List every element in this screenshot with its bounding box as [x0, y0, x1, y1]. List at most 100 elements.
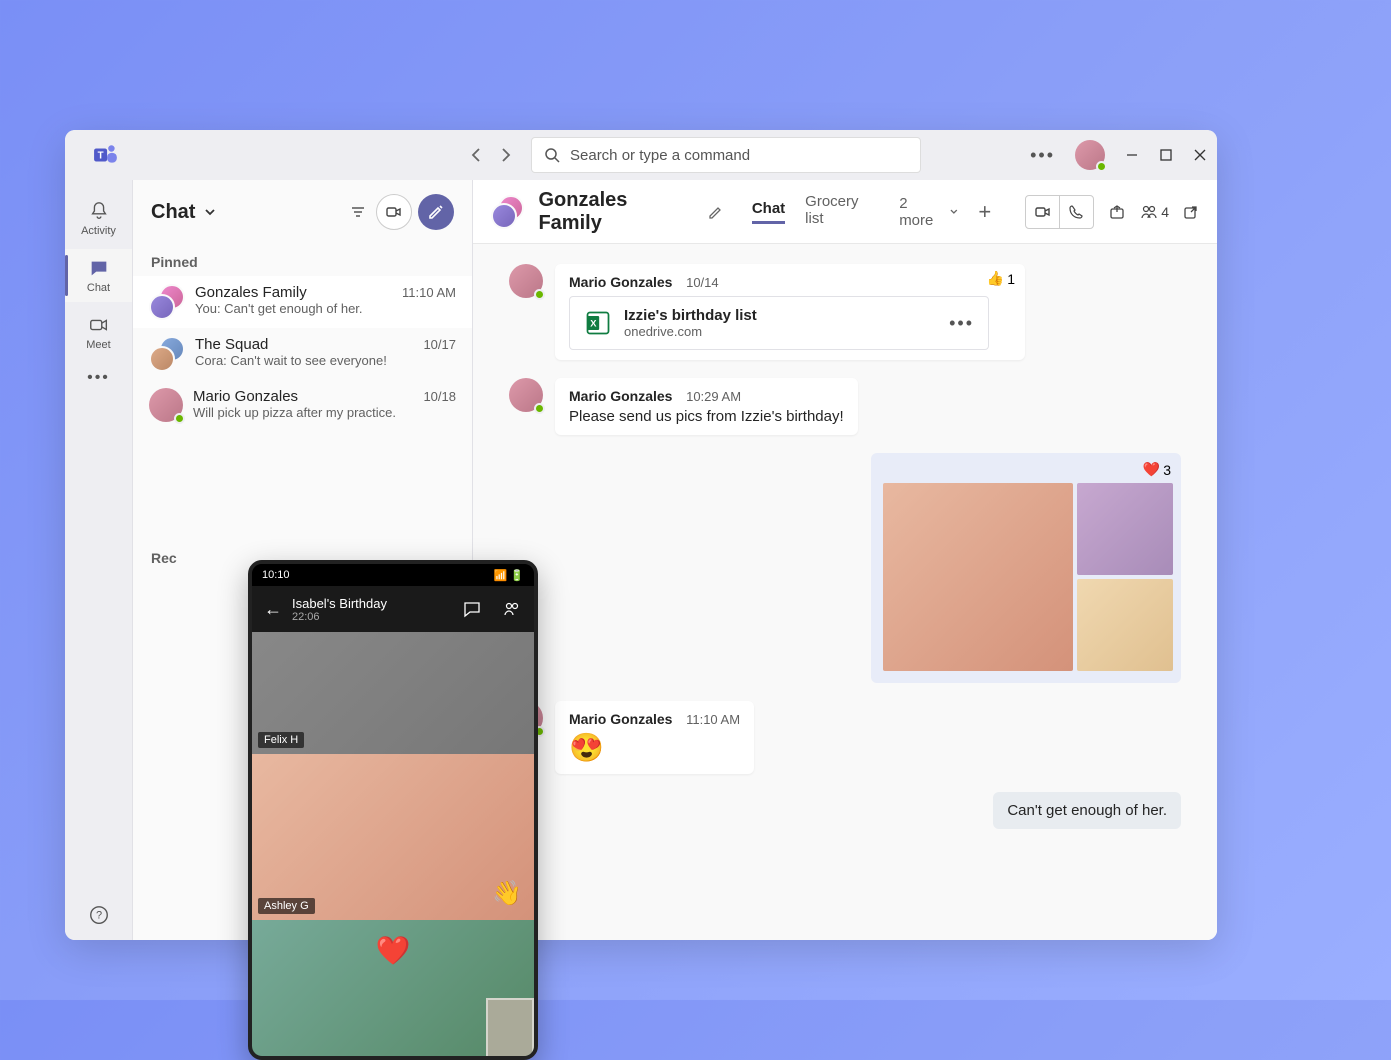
file-source: onedrive.com: [624, 324, 937, 339]
file-more-button[interactable]: •••: [949, 313, 974, 334]
svg-text:X: X: [590, 319, 597, 329]
chevron-down-icon: [203, 205, 217, 219]
avatar: [509, 264, 543, 298]
chat-icon: [462, 599, 482, 619]
message[interactable]: Mario Gonzales 10:29 AM Please send us p…: [509, 378, 1181, 435]
forward-button[interactable]: [501, 148, 511, 162]
self-preview[interactable]: [486, 998, 534, 1060]
heart-reaction-icon: ❤️: [376, 934, 411, 967]
meet-now-button[interactable]: [376, 194, 412, 230]
audio-call-button[interactable]: [1060, 196, 1093, 228]
file-name: Izzie's birthday list: [624, 307, 937, 324]
phone-chat-button[interactable]: [462, 599, 482, 619]
back-button[interactable]: ←: [264, 599, 282, 620]
user-avatar[interactable]: [1075, 140, 1105, 170]
rail-chat[interactable]: Chat: [65, 249, 132, 302]
chat-item-time: 10/18: [423, 389, 456, 404]
phone-overlay: 10:10 📶 🔋 ← Isabel's Birthday 22:06 Feli…: [248, 560, 538, 1060]
participant-count: 4: [1161, 204, 1169, 220]
chat-item-gonzales[interactable]: Gonzales Family 11:10 AM You: Can't get …: [133, 276, 472, 328]
chat-list-title[interactable]: Chat: [151, 201, 217, 224]
message-time: 10/14: [686, 275, 719, 290]
message-time: 11:10 AM: [686, 712, 740, 727]
chat-item-time: 11:10 AM: [402, 285, 456, 300]
people-icon: [1140, 203, 1158, 221]
video-tile[interactable]: ❤️ 📷: [252, 920, 534, 1060]
chat-icon: [88, 257, 110, 279]
chevron-down-icon: [949, 207, 959, 217]
minimize-button[interactable]: [1125, 148, 1139, 162]
help-button[interactable]: ?: [88, 904, 110, 926]
help-icon: ?: [88, 904, 110, 926]
image-thumbnail[interactable]: [1077, 579, 1173, 671]
message-list: Mario Gonzales 10/14 👍 1 X Izzie's birth…: [473, 244, 1217, 940]
chat-item-name: The Squad: [195, 336, 268, 353]
participant-name: Ashley G: [258, 898, 315, 914]
chat-item-squad[interactable]: The Squad 10/17 Cora: Can't wait to see …: [133, 328, 472, 380]
app-rail: Activity Chat Meet ••• ?: [65, 180, 133, 940]
rail-activity[interactable]: Activity: [65, 192, 132, 245]
avatar: [149, 388, 183, 422]
image-attachment[interactable]: ❤️ 3: [871, 453, 1181, 683]
bell-icon: [88, 200, 110, 222]
call-title: Isabel's Birthday: [292, 596, 452, 611]
more-options-button[interactable]: •••: [1030, 145, 1055, 166]
file-attachment[interactable]: X Izzie's birthday list onedrive.com •••: [569, 296, 989, 350]
share-button[interactable]: [1108, 203, 1126, 221]
conversation-header: Gonzales Family Chat Grocery list 2 more…: [473, 180, 1217, 244]
maximize-button[interactable]: [1159, 148, 1173, 162]
message[interactable]: Mario Gonzales 11:10 AM 😍: [509, 701, 1181, 774]
add-tab-button[interactable]: +: [972, 199, 997, 225]
status-icons: 📶 🔋: [494, 569, 524, 582]
tab-more[interactable]: 2 more: [899, 195, 958, 229]
participants-button[interactable]: 4: [1140, 203, 1169, 221]
message-sender: Mario Gonzales: [569, 274, 672, 290]
chat-item-time: 10/17: [423, 337, 456, 352]
close-button[interactable]: [1193, 148, 1207, 162]
pinned-section-label: Pinned: [133, 244, 472, 276]
video-icon: [385, 203, 403, 221]
call-duration: 22:06: [292, 611, 452, 623]
chat-item-name: Mario Gonzales: [193, 388, 298, 405]
edit-title-button[interactable]: [708, 204, 724, 220]
image-thumbnail[interactable]: [883, 483, 1073, 671]
video-tile[interactable]: Ashley G 👋: [252, 754, 534, 920]
phone-people-button[interactable]: [502, 599, 522, 619]
video-icon: [1034, 203, 1052, 221]
message[interactable]: Mario Gonzales 10/14 👍 1 X Izzie's birth…: [509, 264, 1181, 360]
message-outgoing[interactable]: Can't get enough of her.: [509, 792, 1181, 829]
rail-more-button[interactable]: •••: [87, 369, 110, 387]
new-chat-button[interactable]: [418, 194, 454, 230]
tab-chat[interactable]: Chat: [752, 200, 785, 224]
share-icon: [1108, 203, 1126, 221]
chat-item-preview: Cora: Can't wait to see everyone!: [195, 353, 456, 368]
chat-item-mario[interactable]: Mario Gonzales 10/18 Will pick up pizza …: [133, 380, 472, 430]
pencil-icon: [708, 204, 724, 220]
message-sender: Mario Gonzales: [569, 711, 672, 727]
message-reaction[interactable]: 👍 1: [987, 270, 1015, 287]
group-avatar: [149, 336, 185, 372]
phone-call-header: ← Isabel's Birthday 22:06: [252, 586, 534, 632]
filter-button[interactable]: [340, 194, 376, 230]
popout-icon: [1183, 204, 1199, 220]
phone-status-bar: 10:10 📶 🔋: [252, 564, 534, 586]
message-emoji: 😍: [569, 731, 740, 764]
video-tile[interactable]: Felix H: [252, 632, 534, 754]
back-button[interactable]: [471, 148, 481, 162]
compose-icon: [427, 203, 445, 221]
image-thumbnail[interactable]: [1077, 483, 1173, 575]
message-reaction[interactable]: ❤️ 3: [1143, 461, 1171, 478]
rail-meet[interactable]: Meet: [65, 306, 132, 359]
video-call-button[interactable]: [1026, 196, 1059, 228]
conversation-panel: Gonzales Family Chat Grocery list 2 more…: [473, 180, 1217, 940]
avatar: [509, 378, 543, 412]
search-input[interactable]: Search or type a command: [531, 137, 921, 173]
tab-grocery[interactable]: Grocery list: [805, 193, 879, 231]
message-sender: Mario Gonzales: [569, 388, 672, 404]
message-text: Please send us pics from Izzie's birthda…: [569, 408, 844, 425]
popout-button[interactable]: [1183, 204, 1199, 220]
chat-item-preview: You: Can't get enough of her.: [195, 301, 456, 316]
wave-reaction-icon: 👋: [492, 879, 522, 908]
message-outgoing[interactable]: ❤️ 3: [509, 453, 1181, 683]
phone-icon: [1068, 204, 1084, 220]
